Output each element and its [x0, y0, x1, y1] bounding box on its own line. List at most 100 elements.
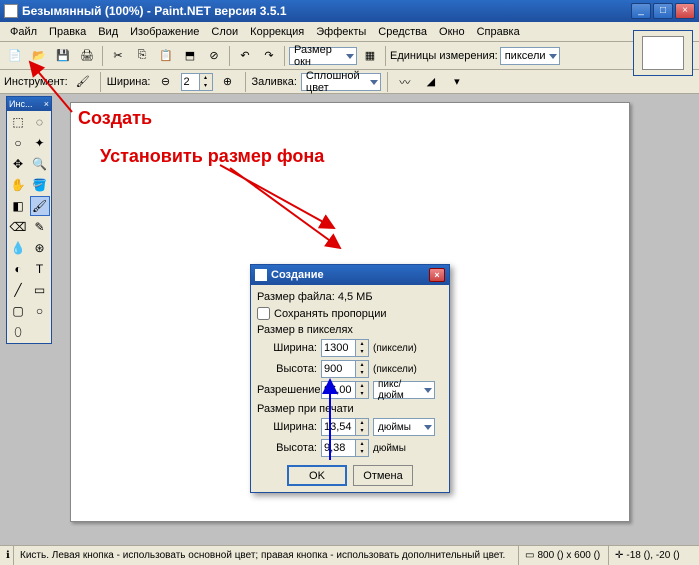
tool-picker[interactable]: 💧 [8, 238, 28, 258]
filesize-label: Размер файла: 4,5 МБ [257, 291, 443, 303]
aa-button[interactable]: ◢ [420, 71, 442, 93]
separator [385, 46, 386, 66]
tool-clone[interactable]: ⊛ [30, 238, 50, 258]
height-input[interactable]: 900 [321, 360, 369, 378]
menu-view[interactable]: Вид [92, 24, 124, 40]
tool-shapes[interactable]: ▭ [30, 280, 50, 300]
app-icon [4, 4, 18, 18]
tool-move[interactable]: ✥ [8, 154, 28, 174]
minimize-button[interactable]: _ [631, 3, 651, 19]
tool-ellipse-select[interactable]: ○ [8, 133, 28, 153]
close-icon[interactable]: × [44, 99, 49, 109]
tool-freeform[interactable]: ⬯ [8, 322, 28, 342]
window-title: Безымянный (100%) - Paint.NET версия 3.5… [22, 4, 629, 18]
grid-button[interactable]: ▦ [359, 45, 381, 67]
menu-window[interactable]: Окно [433, 24, 471, 40]
dialog-titlebar[interactable]: Создание × [251, 265, 449, 285]
new-button[interactable]: 📄 [4, 45, 26, 67]
close-button[interactable]: × [675, 3, 695, 19]
separator [102, 46, 103, 66]
statusbar: ℹ Кисть. Левая кнопка - использовать осн… [0, 545, 699, 565]
tool-dropdown[interactable]: 🖌 [72, 71, 94, 93]
workspace: Инс...× ⬚ ◌ ○ ✦ ✥ 🔍 ✋ 🪣 ◧ 🖌 ⌫ ✎ 💧 ⊛ ◐ T … [0, 94, 699, 545]
fill-label: Заливка: [252, 76, 297, 88]
width-label: Ширина: [257, 342, 321, 354]
menu-adjust[interactable]: Коррекция [244, 24, 310, 40]
cut-button[interactable]: ✂ [107, 45, 129, 67]
titlebar: Безымянный (100%) - Paint.NET версия 3.5… [0, 0, 699, 22]
status-dimensions: ▭ 800 () x 600 () [519, 546, 609, 565]
menubar: Файл Правка Вид Изображение Слои Коррекц… [0, 22, 699, 42]
units-label: Единицы измерения: [390, 50, 498, 62]
toolbar-main: 📄 📂 💾 🖨 ✂ ⎘ 📋 ⬒ ⊘ ↶ ↷ Размер окн ▦ Едини… [0, 42, 699, 70]
keep-ratio-checkbox[interactable]: Сохранять пропорции [257, 307, 443, 320]
tool-text[interactable]: T [30, 259, 50, 279]
menu-image[interactable]: Изображение [124, 24, 205, 40]
separator [387, 72, 388, 92]
separator [284, 46, 285, 66]
resolution-unit-combo[interactable]: пикс/дюйм [373, 381, 435, 399]
tool-brush[interactable]: 🖌 [30, 196, 50, 216]
width-input[interactable]: 1300 [321, 339, 369, 357]
tool-rect-select[interactable]: ⬚ [8, 112, 28, 132]
group-pixel-size: Размер в пикселях [257, 324, 443, 336]
blend-button[interactable]: ▾ [446, 71, 468, 93]
tool-label: Инструмент: [4, 76, 68, 88]
width-plus-button[interactable]: ⊕ [217, 71, 239, 93]
copy-button[interactable]: ⎘ [131, 45, 153, 67]
print-width-label: Ширина: [257, 421, 321, 433]
dialog-icon [255, 269, 267, 281]
menu-edit[interactable]: Правка [43, 24, 92, 40]
print-height-input[interactable]: 9,38 [321, 439, 369, 457]
status-icon: ℹ [0, 546, 14, 565]
curve-type-button[interactable]: 〰 [394, 71, 416, 93]
tool-eraser[interactable]: ⌫ [8, 217, 28, 237]
new-dialog: Создание × Размер файла: 4,5 МБ Сохранят… [250, 264, 450, 493]
zoom-combo[interactable]: Размер окн [289, 47, 357, 65]
tool-ellipse[interactable]: ○ [30, 301, 50, 321]
dialog-title: Создание [271, 269, 429, 281]
status-position: ✛ -18 (), -20 () [609, 546, 699, 565]
open-button[interactable]: 📂 [28, 45, 50, 67]
crop-button[interactable]: ⬒ [179, 45, 201, 67]
print-width-unit-combo[interactable]: дюймы [373, 418, 435, 436]
tool-wand[interactable]: ✦ [30, 133, 50, 153]
fill-combo[interactable]: Сплошной цвет [301, 73, 381, 91]
tool-fill[interactable]: 🪣 [30, 175, 50, 195]
height-unit: (пиксели) [373, 364, 417, 375]
tools-panel-header[interactable]: Инс...× [7, 97, 51, 111]
print-height-unit: дюймы [373, 443, 406, 454]
brush-width-label: Ширина: [107, 76, 151, 88]
dialog-close-button[interactable]: × [429, 268, 445, 282]
menu-help[interactable]: Справка [471, 24, 526, 40]
tool-pencil[interactable]: ✎ [30, 217, 50, 237]
paste-button[interactable]: 📋 [155, 45, 177, 67]
status-text: Кисть. Левая кнопка - использовать основ… [14, 546, 519, 565]
print-button[interactable]: 🖨 [76, 45, 98, 67]
undo-button[interactable]: ↶ [234, 45, 256, 67]
separator [245, 72, 246, 92]
tool-zoom[interactable]: 🔍 [30, 154, 50, 174]
deselect-button[interactable]: ⊘ [203, 45, 225, 67]
menu-layers[interactable]: Слои [205, 24, 244, 40]
tool-pan[interactable]: ✋ [8, 175, 28, 195]
thumbnail-panel[interactable] [633, 30, 693, 76]
menu-file[interactable]: Файл [4, 24, 43, 40]
brush-width-input[interactable]: 2 [181, 73, 213, 91]
resolution-input[interactable]: 96,00 [321, 381, 369, 399]
redo-button[interactable]: ↷ [258, 45, 280, 67]
maximize-button[interactable]: □ [653, 3, 673, 19]
tool-lasso[interactable]: ◌ [30, 112, 50, 132]
tool-gradient[interactable]: ◧ [8, 196, 28, 216]
menu-tools[interactable]: Средства [372, 24, 433, 40]
units-combo[interactable]: пиксели [500, 47, 560, 65]
save-button[interactable]: 💾 [52, 45, 74, 67]
ok-button[interactable]: OK [287, 465, 347, 486]
tool-rounded-rect[interactable]: ▢ [8, 301, 28, 321]
tool-recolor[interactable]: ◐ [8, 259, 28, 279]
print-width-input[interactable]: 13,54 [321, 418, 369, 436]
width-minus-button[interactable]: ⊖ [155, 71, 177, 93]
cancel-button[interactable]: Отмена [353, 465, 413, 486]
menu-effects[interactable]: Эффекты [310, 24, 372, 40]
tool-line[interactable]: ╱ [8, 280, 28, 300]
